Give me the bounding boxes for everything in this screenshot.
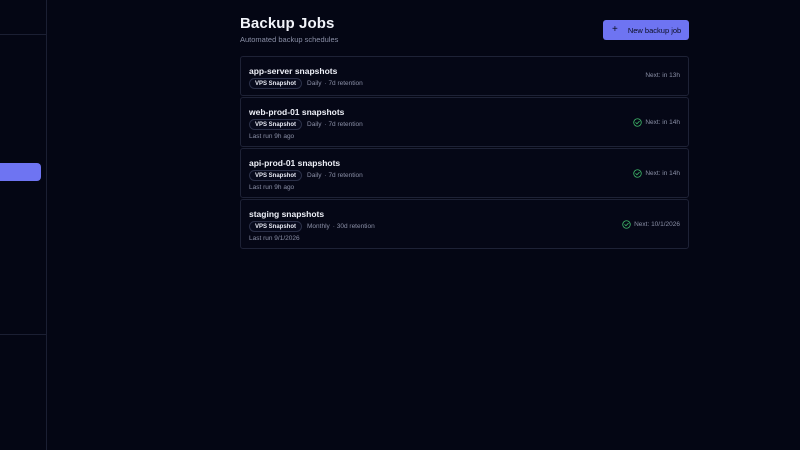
page-subtitle: Automated backup schedules xyxy=(240,35,339,44)
job-meta: VPS Snapshot Daily · 7d retention xyxy=(249,78,363,89)
backup-job-card[interactable]: app-server snapshots VPS Snapshot Daily … xyxy=(240,56,689,96)
job-type-badge: VPS Snapshot xyxy=(249,170,303,181)
job-meta: VPS Snapshot Daily · 7d retention xyxy=(249,170,363,181)
plus-icon: + xyxy=(612,24,618,35)
job-name: web-prod-01 snapshots xyxy=(249,107,345,117)
job-frequency: Daily xyxy=(307,172,322,179)
sidebar-divider xyxy=(0,334,47,335)
job-name: api-prod-01 snapshots xyxy=(249,158,341,168)
job-retention: · 7d retention xyxy=(324,121,363,128)
job-retention: · 7d retention xyxy=(324,172,363,179)
job-type-badge: VPS Snapshot xyxy=(249,119,303,130)
job-frequency: Monthly xyxy=(307,223,330,230)
job-type-badge: VPS Snapshot xyxy=(249,78,303,89)
job-retention: · 30d retention xyxy=(332,223,375,230)
sidebar xyxy=(0,0,47,450)
job-frequency: Daily xyxy=(307,121,322,128)
job-next-run-text: Next: in 14h xyxy=(645,170,680,177)
new-backup-job-label: New backup job xyxy=(627,25,682,35)
new-backup-job-button[interactable]: + New backup job xyxy=(603,20,689,40)
check-circle-icon xyxy=(622,220,631,229)
job-next-run: Next: in 13h xyxy=(645,72,680,79)
job-last-run: Last run 9/1/2026 xyxy=(249,235,300,242)
job-next-run: Next: in 14h xyxy=(633,118,680,127)
backup-job-list: app-server snapshots VPS Snapshot Daily … xyxy=(240,56,689,250)
job-name: staging snapshots xyxy=(249,209,325,219)
job-meta: VPS Snapshot Daily · 7d retention xyxy=(249,119,363,130)
backup-job-card[interactable]: staging snapshots VPS Snapshot Monthly ·… xyxy=(240,199,689,249)
job-next-run-text: Next: in 14h xyxy=(645,119,680,126)
backup-job-card[interactable]: web-prod-01 snapshots VPS Snapshot Daily… xyxy=(240,97,689,147)
job-next-run-text: Next: in 13h xyxy=(645,72,680,79)
job-frequency: Daily xyxy=(307,80,322,87)
job-meta: VPS Snapshot Monthly · 30d retention xyxy=(249,221,375,232)
job-next-run: Next: in 14h xyxy=(633,169,680,178)
check-circle-icon xyxy=(633,169,642,178)
job-last-run: Last run 9h ago xyxy=(249,133,295,140)
job-next-run-text: Next: 10/1/2026 xyxy=(634,221,680,228)
job-retention: · 7d retention xyxy=(324,80,363,87)
job-type-badge: VPS Snapshot xyxy=(249,221,303,232)
backup-job-card[interactable]: api-prod-01 snapshots VPS Snapshot Daily… xyxy=(240,148,689,198)
job-last-run: Last run 9h ago xyxy=(249,184,295,191)
sidebar-item-active[interactable] xyxy=(0,163,41,181)
job-name: app-server snapshots xyxy=(249,66,338,76)
page-title: Backup Jobs xyxy=(240,15,335,32)
job-next-run: Next: 10/1/2026 xyxy=(622,220,680,229)
check-circle-icon xyxy=(633,118,642,127)
sidebar-divider xyxy=(0,34,47,35)
